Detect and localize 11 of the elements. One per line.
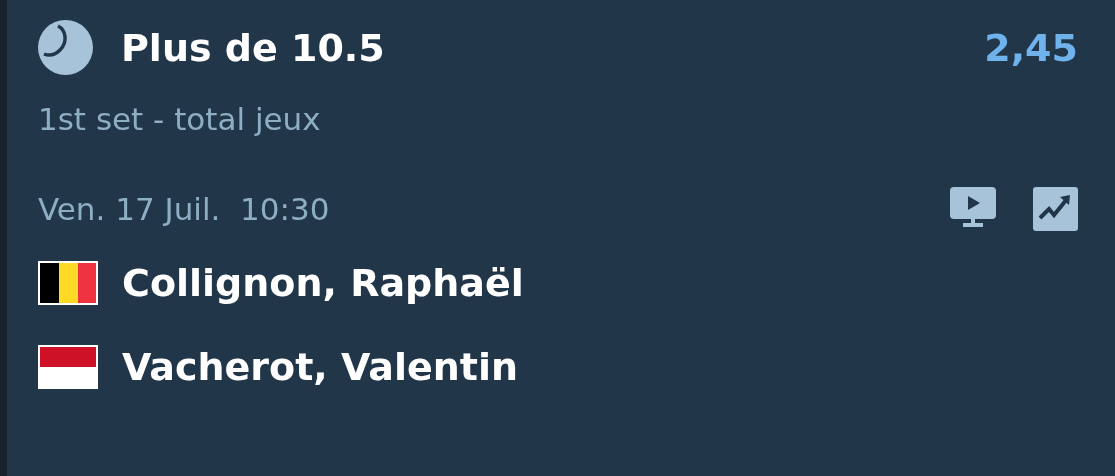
flag-icon	[38, 345, 98, 389]
odds-value[interactable]: 2,45	[984, 25, 1078, 70]
tv-play-icon[interactable]	[950, 187, 996, 227]
bet-selection: Plus de 10.5	[121, 25, 385, 70]
tennis-ball-icon	[38, 20, 93, 75]
flag-icon	[38, 261, 98, 305]
player-name: Vacherot, Valentin	[122, 345, 519, 389]
market-name: 1st set - total jeux	[38, 101, 322, 137]
trend-chart-icon[interactable]	[1033, 187, 1078, 231]
player-name: Collignon, Raphaël	[122, 261, 524, 305]
event-date-time: Ven. 17 Juil. 10:30	[38, 191, 330, 227]
